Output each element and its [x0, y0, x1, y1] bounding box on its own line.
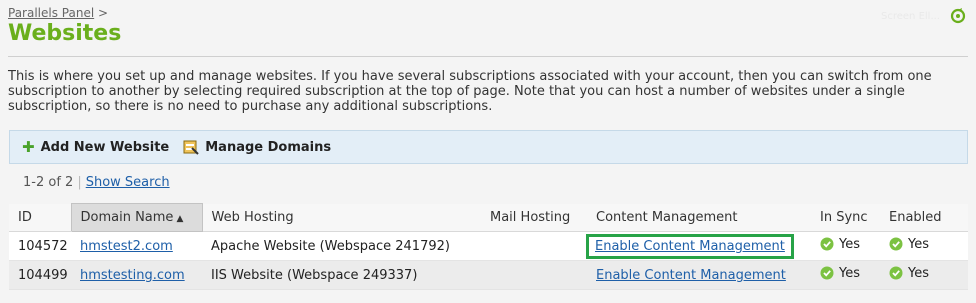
- content-management-highlight: Enable Content Management: [586, 233, 794, 259]
- in-sync-status: Yes: [820, 266, 860, 281]
- domain-link[interactable]: hmstest2.com: [80, 239, 173, 254]
- column-header-web-hosting[interactable]: Web Hosting: [202, 203, 481, 232]
- enabled-status: Yes: [889, 237, 929, 252]
- refresh-icon[interactable]: [950, 8, 966, 24]
- manage-domains-label: Manage Domains: [205, 139, 332, 155]
- column-header-domain-name[interactable]: Domain Name ▲: [70, 203, 203, 232]
- in-sync-status: Yes: [820, 237, 860, 252]
- cell-id: 104572: [9, 231, 71, 261]
- screen-options-link[interactable]: Screen Ell...: [881, 11, 940, 22]
- column-header-sync-label: In Sync: [820, 209, 868, 225]
- table-header-row: ID Domain Name ▲ Web Hosting Mail Hosting…: [9, 203, 968, 232]
- column-header-cm-label: Content Management: [596, 209, 738, 225]
- sort-ascending-icon: ▲: [176, 214, 184, 224]
- column-header-domain-label: Domain Name: [80, 210, 174, 225]
- check-circle-icon: [820, 266, 834, 280]
- column-header-content-management[interactable]: Content Management: [587, 203, 811, 232]
- check-circle-icon: [889, 266, 903, 280]
- in-sync-value: Yes: [839, 236, 860, 252]
- cell-id: 104499: [9, 260, 71, 290]
- check-circle-icon: [889, 237, 903, 251]
- enable-content-management-link[interactable]: Enable Content Management: [595, 239, 785, 254]
- column-header-id-label: ID: [18, 209, 32, 225]
- column-header-hosting-label: Web Hosting: [211, 209, 294, 225]
- domains-icon: [183, 140, 199, 155]
- add-new-website-label: Add New Website: [40, 139, 170, 155]
- column-header-in-sync[interactable]: In Sync: [811, 203, 880, 232]
- table-row: 104499 hmstesting.com IIS Website (Websp…: [9, 260, 968, 290]
- check-circle-icon: [820, 237, 834, 251]
- breadcrumb-link-parallels-panel[interactable]: Parallels Panel: [8, 6, 94, 20]
- add-new-website-button[interactable]: ✚ Add New Website: [22, 137, 170, 156]
- enabled-value: Yes: [908, 265, 929, 281]
- result-count: 1-2 of 2: [23, 175, 74, 190]
- in-sync-value: Yes: [839, 265, 860, 281]
- cell-mail-hosting: [481, 260, 587, 290]
- plus-icon: ✚: [22, 137, 35, 156]
- enabled-status: Yes: [889, 266, 929, 281]
- show-search-link[interactable]: Show Search: [86, 175, 170, 190]
- domain-link[interactable]: hmstesting.com: [80, 268, 185, 283]
- intro-text: This is where you set up and manage webs…: [8, 69, 932, 114]
- enabled-value: Yes: [908, 236, 929, 252]
- title-divider: [8, 56, 968, 57]
- manage-domains-button[interactable]: Manage Domains: [183, 139, 331, 155]
- column-header-id[interactable]: ID: [9, 203, 71, 232]
- column-header-enabled-label: Enabled: [889, 209, 942, 225]
- enable-content-management-link[interactable]: Enable Content Management: [596, 268, 786, 283]
- column-header-mail-label: Mail Hosting: [490, 209, 571, 225]
- pager-separator: |: [77, 175, 82, 190]
- cell-web-hosting: IIS Website (Webspace 249337): [202, 260, 481, 290]
- column-header-enabled[interactable]: Enabled: [880, 203, 968, 232]
- cell-web-hosting: Apache Website (Webspace 241792): [202, 231, 481, 261]
- toolbar: ✚ Add New Website Manage Domains: [9, 130, 968, 164]
- websites-table: ID Domain Name ▲ Web Hosting Mail Hosting…: [9, 203, 968, 290]
- column-header-mail-hosting[interactable]: Mail Hosting: [481, 203, 587, 232]
- pager: 1-2 of 2 | Show Search: [23, 175, 170, 190]
- cell-mail-hosting: [481, 231, 587, 261]
- table-row: 104572 hmstest2.com Apache Website (Webs…: [9, 231, 968, 261]
- breadcrumb: Parallels Panel >: [8, 6, 108, 20]
- page-title: Websites: [8, 21, 122, 46]
- breadcrumb-separator: >: [98, 6, 109, 20]
